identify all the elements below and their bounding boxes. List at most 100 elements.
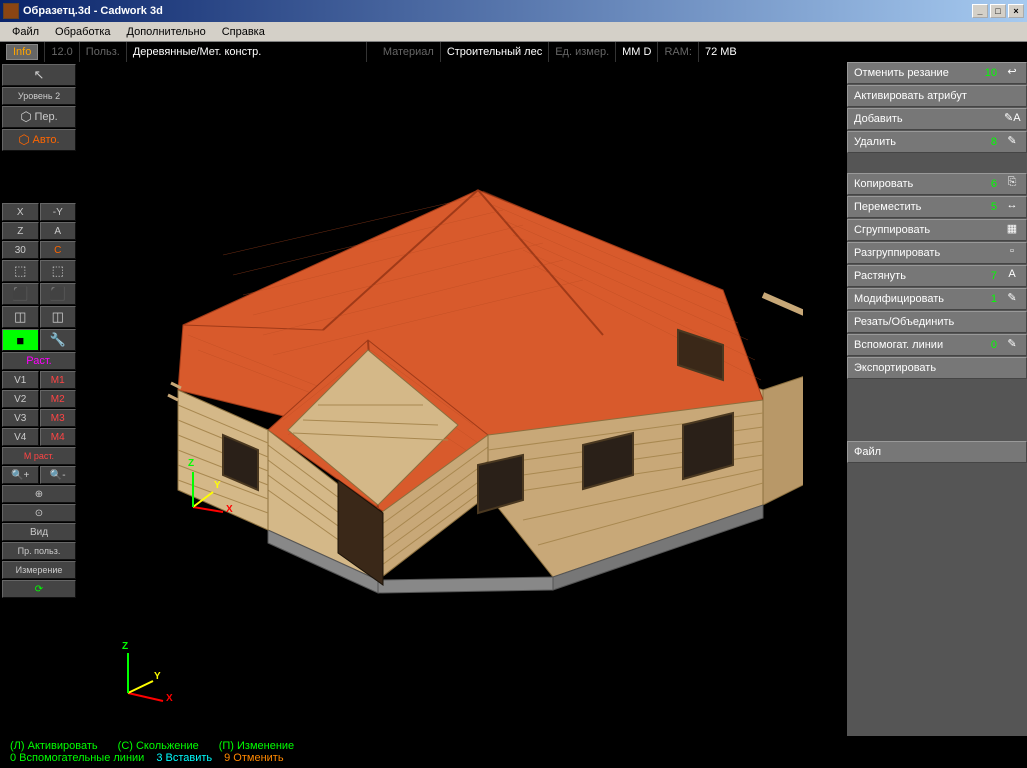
right-action-label: Модифицировать bbox=[854, 293, 944, 305]
close-button[interactable]: × bbox=[1008, 4, 1024, 18]
right-action-label: Копировать bbox=[854, 178, 913, 190]
right-action-count: 1 bbox=[991, 293, 997, 305]
c-button[interactable]: C bbox=[40, 241, 77, 259]
vid-button[interactable]: Вид bbox=[2, 523, 76, 541]
app-icon bbox=[3, 3, 19, 19]
right-action-15[interactable]: Файл bbox=[847, 441, 1027, 463]
info-button[interactable]: Info bbox=[6, 44, 38, 60]
z-button[interactable]: Z bbox=[2, 222, 39, 240]
neg-y-button[interactable]: -Y bbox=[40, 203, 77, 221]
version-label: 12.0 bbox=[45, 42, 79, 62]
menu-process[interactable]: Обработка bbox=[47, 24, 118, 40]
cube5-icon[interactable]: ◫ bbox=[2, 306, 39, 328]
right-action-label: Экспортировать bbox=[854, 362, 936, 374]
right-action-icon: ✎A bbox=[1004, 111, 1020, 127]
right-action-12[interactable]: Вспомогат. линии0✎ bbox=[847, 334, 1027, 356]
right-action-8[interactable]: Разгруппировать ▫ bbox=[847, 242, 1027, 264]
menu-additional[interactable]: Дополнительно bbox=[119, 24, 214, 40]
cursor-tool[interactable]: ↖ bbox=[2, 64, 76, 86]
izmerenie-button[interactable]: Измерение bbox=[2, 561, 76, 579]
right-action-count: 0 bbox=[991, 339, 997, 351]
refresh-icon[interactable]: ⟳ bbox=[2, 580, 76, 598]
x-button[interactable]: X bbox=[2, 203, 39, 221]
axis-origin: X Y Z bbox=[178, 462, 238, 525]
right-action-2[interactable]: Добавить ✎A bbox=[847, 108, 1027, 130]
main-area: ↖ Уровень 2 ⬡ Пер. ⬡ Авто. X -Y Z A 30 C… bbox=[0, 62, 1027, 736]
cube6-icon[interactable]: ◫ bbox=[40, 306, 77, 328]
material-label: Материал bbox=[377, 42, 441, 62]
mode-label: Деревянные/Мет. констр. bbox=[127, 42, 367, 62]
right-action-label: Разгруппировать bbox=[854, 247, 940, 259]
right-action-label: Резать/Объединить bbox=[854, 316, 954, 328]
menu-help[interactable]: Справка bbox=[214, 24, 273, 40]
right-toolbar: Отменить резание10↩Активировать атрибутД… bbox=[847, 62, 1027, 736]
cube3-icon[interactable]: ⬛ bbox=[2, 283, 39, 305]
right-action-0[interactable]: Отменить резание10↩ bbox=[847, 62, 1027, 84]
right-action-count: 8 bbox=[991, 136, 997, 148]
viewport-3d[interactable]: X Y Z X Y Z bbox=[78, 62, 847, 736]
cube2-icon[interactable]: ⬚ bbox=[40, 260, 77, 282]
right-action-13[interactable]: Экспортировать bbox=[847, 357, 1027, 379]
right-action-7[interactable]: Сгруппировать▦ bbox=[847, 219, 1027, 241]
menu-file[interactable]: Файл bbox=[4, 24, 47, 40]
minimize-button[interactable]: _ bbox=[972, 4, 988, 18]
right-action-5[interactable]: Копировать6⎘ bbox=[847, 173, 1027, 195]
status-aux_lines: 0 Вспомогательные линии bbox=[10, 752, 144, 764]
right-action-10[interactable]: Модифицировать 1 ✎ bbox=[847, 288, 1027, 310]
solid-green-icon[interactable]: ■ bbox=[2, 329, 39, 351]
right-action-1[interactable]: Активировать атрибут bbox=[847, 85, 1027, 107]
unit-label: Ед. измер. bbox=[549, 42, 616, 62]
right-action-label: Растянуть bbox=[854, 270, 906, 282]
v4-button[interactable]: V4 bbox=[2, 428, 39, 446]
zoom-in-icon[interactable]: 🔍+ bbox=[2, 466, 39, 484]
cube1-icon[interactable]: ⬚ bbox=[2, 260, 39, 282]
status-activate: (Л) Активировать bbox=[10, 740, 98, 752]
m-rast-button[interactable]: М раст. bbox=[2, 447, 76, 465]
units-value: MM D bbox=[616, 42, 658, 62]
m4-button[interactable]: M4 bbox=[40, 428, 77, 446]
m1-button[interactable]: M1 bbox=[40, 371, 77, 389]
status-insert: 3 Вставить bbox=[156, 752, 212, 764]
a-button[interactable]: A bbox=[40, 222, 77, 240]
m2-button[interactable]: M2 bbox=[40, 390, 77, 408]
right-action-icon: ▦ bbox=[1004, 222, 1020, 238]
right-action-icon: ✎ bbox=[1004, 134, 1020, 150]
right-action-icon: ▫ bbox=[1004, 245, 1020, 261]
right-action-3[interactable]: Удалить8✎ bbox=[847, 131, 1027, 153]
axis-z-label: Z bbox=[188, 458, 194, 469]
v3-button[interactable]: V3 bbox=[2, 409, 39, 427]
zoom-fit-icon[interactable]: ⊕ bbox=[2, 485, 76, 503]
v2-button[interactable]: V2 bbox=[2, 390, 39, 408]
left-toolbar: ↖ Уровень 2 ⬡ Пер. ⬡ Авто. X -Y Z A 30 C… bbox=[0, 62, 78, 736]
zoom-window-icon[interactable]: ⊙ bbox=[2, 504, 76, 522]
zoom-out-icon[interactable]: 🔍- bbox=[40, 466, 77, 484]
right-action-label: Файл bbox=[854, 446, 881, 458]
axis-x-label: X bbox=[226, 504, 233, 515]
maximize-button[interactable]: □ bbox=[990, 4, 1006, 18]
per-button[interactable]: ⬡ Пер. bbox=[2, 106, 76, 128]
level-label[interactable]: Уровень 2 bbox=[2, 87, 76, 105]
wrench-icon[interactable]: 🔧 bbox=[40, 329, 77, 351]
cube4-icon[interactable]: ⬛ bbox=[40, 283, 77, 305]
m3-button[interactable]: M3 bbox=[40, 409, 77, 427]
v1-button[interactable]: V1 bbox=[2, 371, 39, 389]
auto-button[interactable]: ⬡ Авто. bbox=[2, 129, 76, 151]
right-action-count: 5 bbox=[991, 201, 997, 213]
ram-label: RAM: bbox=[658, 42, 699, 62]
right-action-6[interactable]: Переместить5↔ bbox=[847, 196, 1027, 218]
status-slide: (С) Скольжение bbox=[118, 740, 199, 752]
right-action-icon: ✎ bbox=[1004, 291, 1020, 307]
right-action-9[interactable]: Растянуть7A bbox=[847, 265, 1027, 287]
status-change: (П) Изменение bbox=[219, 740, 294, 752]
pr-polz-button[interactable]: Пр. польз. bbox=[2, 542, 76, 560]
right-action-label: Добавить bbox=[854, 113, 903, 125]
right-action-11[interactable]: Резать/Объединить bbox=[847, 311, 1027, 333]
window-title: Образетц.3d - Cadwork 3d bbox=[23, 5, 970, 17]
axis-nav-y-label: Y bbox=[154, 671, 161, 682]
titlebar: Образетц.3d - Cadwork 3d _ □ × bbox=[0, 0, 1027, 22]
thirty-button[interactable]: 30 bbox=[2, 241, 39, 259]
right-action-label: Переместить bbox=[854, 201, 921, 213]
right-action-count: 7 bbox=[991, 270, 997, 282]
material-value: Строительный лес bbox=[441, 42, 549, 62]
rast-button[interactable]: Раст. bbox=[2, 352, 76, 370]
